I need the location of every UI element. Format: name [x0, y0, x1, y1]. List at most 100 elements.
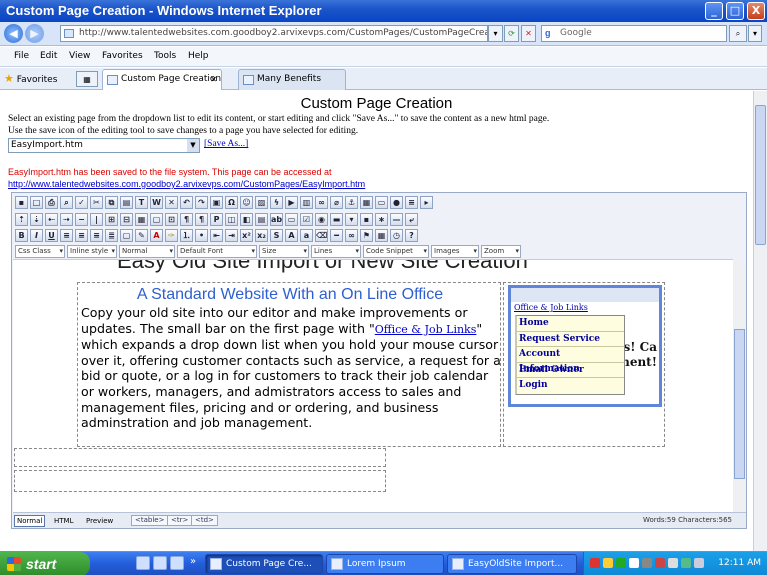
table-cell-image[interactable]: Office & Job Links s! Ca ment! Home Reque…	[503, 282, 665, 447]
hyperlink-icon[interactable]: ∞	[345, 229, 358, 242]
media-icon[interactable]: ▶	[285, 196, 298, 209]
lines-dropdown[interactable]: Lines	[311, 245, 361, 258]
tray-icon[interactable]	[655, 558, 665, 568]
delete-column-icon[interactable]: |	[90, 213, 103, 226]
search-options-icon[interactable]: ▾	[748, 25, 762, 42]
paste-text-icon[interactable]: T	[135, 196, 148, 209]
maximize-button[interactable]: □	[726, 2, 744, 20]
absolute-position-icon[interactable]: ⊡	[165, 213, 178, 226]
underline-icon[interactable]: U	[45, 229, 58, 242]
unlink-icon[interactable]: ⌀	[330, 196, 343, 209]
insert-column-right-icon[interactable]: ⇢	[60, 213, 73, 226]
tray-icon[interactable]	[642, 558, 652, 568]
help-icon[interactable]: ?	[405, 229, 418, 242]
remove-format-icon[interactable]: ⌫	[315, 229, 328, 242]
images-dropdown[interactable]: Images	[431, 245, 479, 258]
tray-icon[interactable]	[603, 558, 613, 568]
menu-file[interactable]: File	[14, 51, 29, 61]
table-cell-empty[interactable]	[14, 448, 386, 467]
new-document-icon[interactable]: □	[30, 196, 43, 209]
flash-icon[interactable]: ϟ	[270, 196, 283, 209]
search-input[interactable]: g Google	[541, 25, 727, 42]
undo-icon[interactable]: ↶	[180, 196, 193, 209]
subscript-icon[interactable]: x₂	[255, 229, 268, 242]
inline-style-dropdown[interactable]: Inline style	[67, 245, 117, 258]
task-easyoldsite-import[interactable]: EasyOldSite Import...	[447, 554, 577, 574]
insert-date-icon[interactable]: ▦	[375, 229, 388, 242]
save-as-link[interactable]: [Save As...]	[204, 139, 248, 149]
insert-time-icon[interactable]: ◷	[390, 229, 403, 242]
paste-word-icon[interactable]: W	[150, 196, 163, 209]
emoticon-icon[interactable]: ☺	[240, 196, 253, 209]
background-color-icon[interactable]: ✑	[165, 229, 178, 242]
strikethrough-icon[interactable]: S	[270, 229, 283, 242]
horizontal-rule-icon[interactable]: —	[390, 213, 403, 226]
rtl-icon[interactable]: ¶	[195, 213, 208, 226]
copy-icon[interactable]: ⧉	[105, 196, 118, 209]
tag-selector-tr[interactable]: <tr>	[167, 515, 193, 526]
textarea-icon[interactable]: ▭	[285, 213, 298, 226]
menu-tools[interactable]: Tools	[154, 51, 176, 61]
document-properties-icon[interactable]: ≡	[405, 196, 418, 209]
html-mode-tab[interactable]: HTML	[51, 515, 76, 527]
page-break-icon[interactable]: ⤶	[405, 213, 418, 226]
table-cell-empty[interactable]	[14, 470, 386, 492]
table-properties-icon[interactable]: ▦	[135, 213, 148, 226]
spell-check-icon[interactable]: ✓	[75, 196, 88, 209]
tag-selector-td[interactable]: <td>	[191, 515, 218, 526]
insert-column-left-icon[interactable]: ⇠	[45, 213, 58, 226]
superscript-icon[interactable]: x²	[240, 229, 253, 242]
button-icon[interactable]: ▬	[330, 213, 343, 226]
insert-row-above-icon[interactable]: ⇡	[15, 213, 28, 226]
show-desktop-icon[interactable]	[136, 556, 150, 570]
italic-icon[interactable]: I	[30, 229, 43, 242]
forward-arrow-icon[interactable]: ▶	[25, 24, 44, 43]
print-icon[interactable]: ⎙	[45, 196, 58, 209]
css-class-dropdown[interactable]: Css Class	[15, 245, 65, 258]
special-char-icon[interactable]: Ω	[225, 196, 238, 209]
page-select[interactable]: EasyImport.htm ▼	[8, 138, 200, 153]
saved-page-link[interactable]: http://www.talentedwebsites.com.goodboy2…	[8, 179, 365, 189]
editor-content-area[interactable]: Easy Old Site Import or New Site Creatio…	[13, 259, 733, 512]
quicklaunch-expand-icon[interactable]: »	[190, 556, 196, 567]
font-dropdown[interactable]: Default Font	[177, 245, 257, 258]
outdent-icon[interactable]: ⇤	[210, 229, 223, 242]
tray-icon[interactable]	[590, 558, 600, 568]
merge-cells-icon[interactable]: ⊞	[105, 213, 118, 226]
textbox-icon[interactable]: ab	[270, 213, 283, 226]
cut-icon[interactable]: ✂	[90, 196, 103, 209]
minimize-button[interactable]: _	[705, 2, 723, 20]
align-center-icon[interactable]: ≡	[75, 229, 88, 242]
find-icon[interactable]: ⌕	[60, 196, 73, 209]
div-icon[interactable]: ◫	[225, 213, 238, 226]
tray-icon[interactable]	[616, 558, 626, 568]
uppercase-icon[interactable]: A	[285, 229, 298, 242]
menu-favorites[interactable]: Favorites	[102, 51, 143, 61]
youtube-icon[interactable]: ▸	[420, 196, 433, 209]
favorites-button[interactable]: ★ Favorites	[4, 72, 57, 85]
tab-custom-page-creation[interactable]: Custom Page Creation ✕	[102, 69, 222, 90]
media-quicklaunch-icon[interactable]	[170, 556, 184, 570]
tray-icon[interactable]	[629, 558, 639, 568]
cell-properties-icon[interactable]: ▢	[150, 213, 163, 226]
link-icon[interactable]: ∞	[315, 196, 328, 209]
refresh-icon[interactable]: ⟳	[504, 25, 519, 42]
table-icon[interactable]: ▦	[360, 196, 373, 209]
justify-icon[interactable]: ≣	[105, 229, 118, 242]
page-scrollbar[interactable]	[753, 91, 767, 551]
select-all-icon[interactable]: ▣	[210, 196, 223, 209]
preview-mode-tab[interactable]: Preview	[83, 515, 116, 527]
dropdown-icon[interactable]: ▾	[345, 213, 358, 226]
delete-icon[interactable]: ✕	[165, 196, 178, 209]
search-icon[interactable]: ⌕	[729, 25, 747, 42]
close-tab-icon[interactable]: ✕	[210, 70, 217, 89]
ordered-list-icon[interactable]: ⒈	[180, 229, 193, 242]
start-button[interactable]: start	[0, 552, 90, 575]
paste-icon[interactable]: ▤	[120, 196, 133, 209]
border-icon[interactable]: ▢	[120, 229, 133, 242]
back-arrow-icon[interactable]: ◀	[4, 24, 23, 43]
zoom-dropdown[interactable]: Zoom	[481, 245, 521, 258]
bold-icon[interactable]: B	[15, 229, 28, 242]
align-left-icon[interactable]: ≡	[60, 229, 73, 242]
scrollbar-thumb[interactable]	[734, 329, 745, 479]
